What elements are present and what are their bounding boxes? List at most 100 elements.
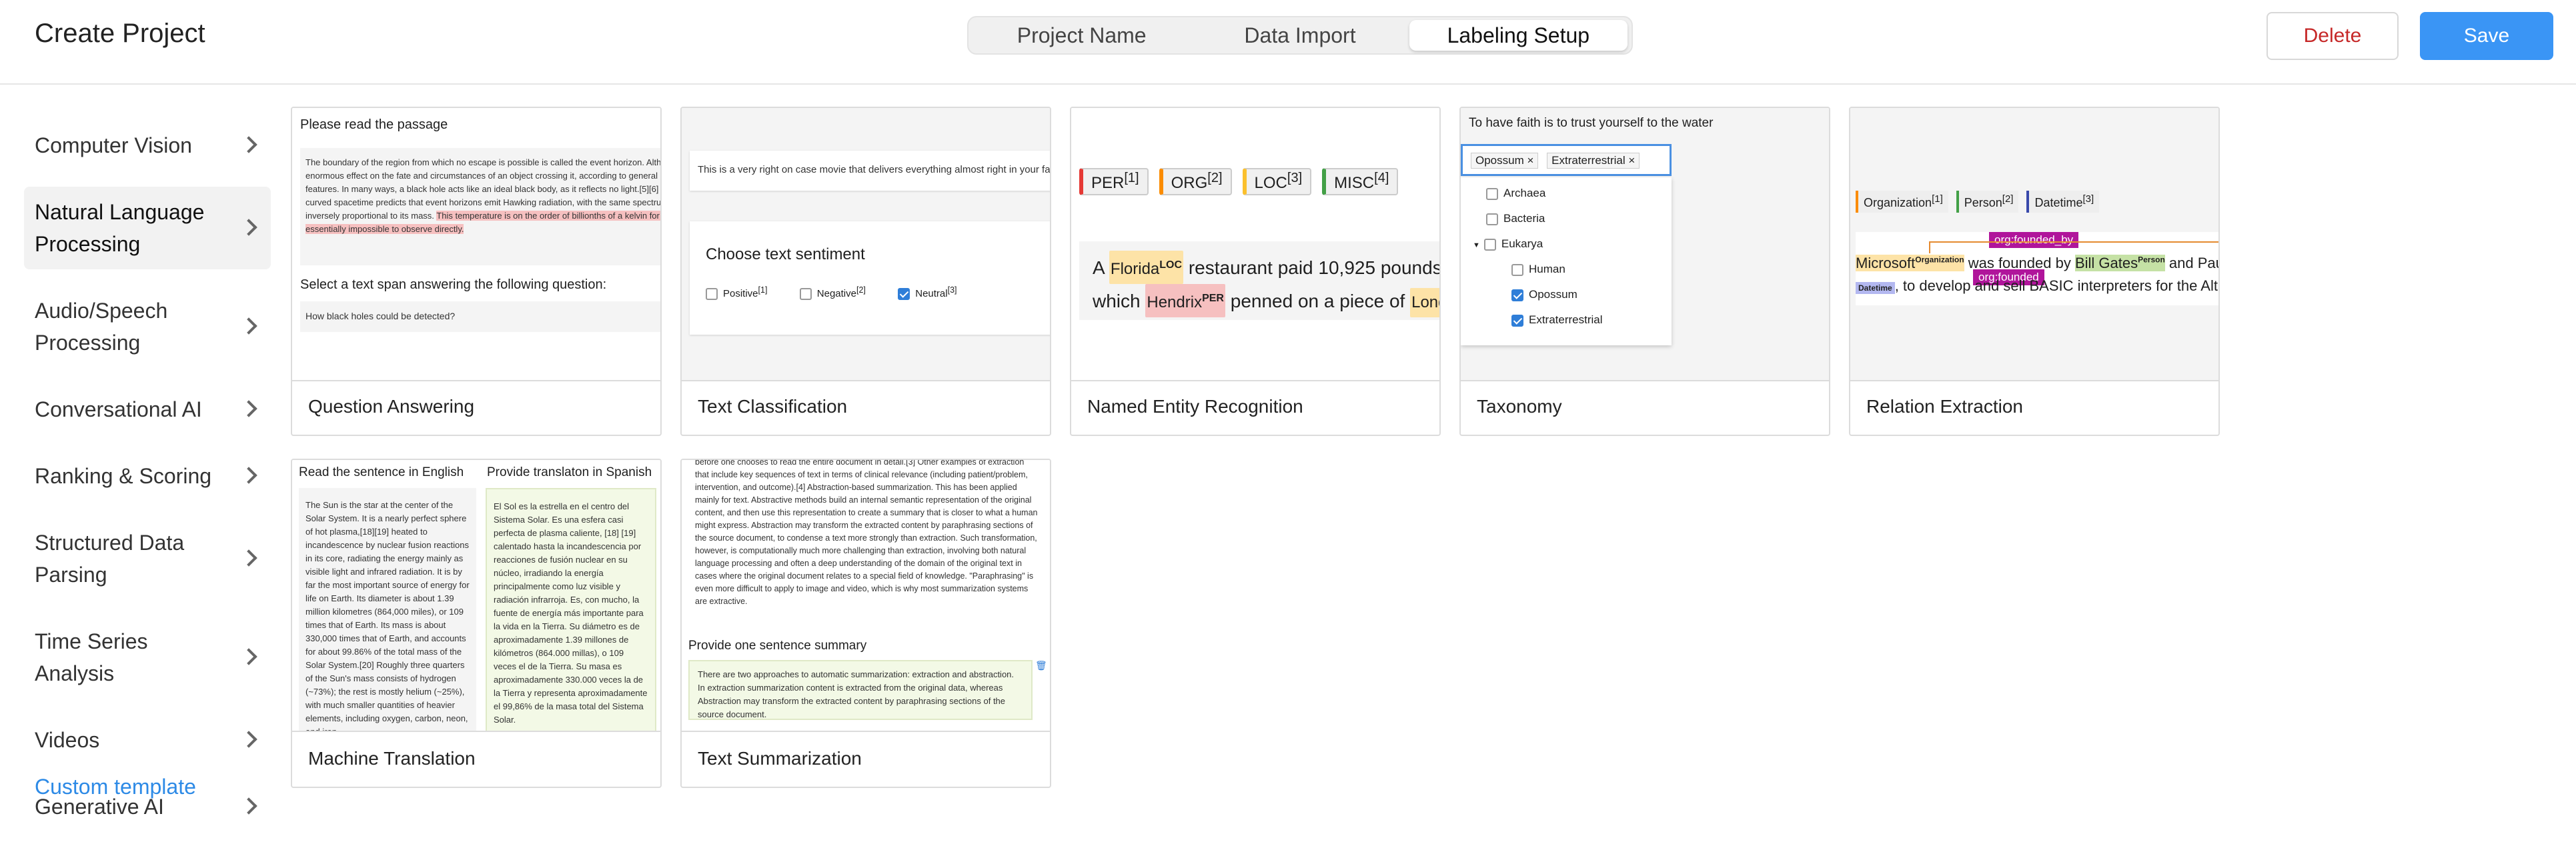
taxonomy-option[interactable]: ▼ Eukarya: [1473, 237, 1543, 251]
card-preview: This is a very right on case movie that …: [682, 108, 1050, 381]
sidebar-item-label: Structured Data Parsing: [35, 531, 185, 587]
ner-tag-misc[interactable]: MISC[4]: [1322, 168, 1399, 195]
ner-tags: PER[1] ORG[2] LOC[3] MISC[4]: [1079, 168, 1409, 195]
re-tag-person[interactable]: Person[2]: [1956, 191, 2019, 213]
card-label: Named Entity Recognition: [1087, 396, 1303, 417]
re-entity-org[interactable]: MicrosoftOrganization: [1856, 255, 1964, 271]
custom-template-link[interactable]: Custom template: [35, 775, 196, 799]
card-label: Relation Extraction: [1866, 396, 2024, 417]
tab-project-name[interactable]: Project Name: [973, 20, 1191, 51]
sidebar-item-label: Time Series Analysis: [35, 629, 148, 685]
taxonomy-dropdown: Archaea Bacteria ▼ Eukarya Human Opossum …: [1461, 177, 1672, 345]
template-card-machine-translation[interactable]: Read the sentence in English Provide tra…: [291, 459, 662, 788]
re-line-1: MicrosoftOrganization was founded by Bil…: [1856, 255, 2218, 271]
taxonomy-option[interactable]: Human: [1511, 263, 1565, 276]
sidebar-item-conversational-ai[interactable]: Conversational AI: [24, 384, 271, 435]
template-card-text-summarization[interactable]: before one chooses to read the entire do…: [680, 459, 1051, 788]
re-entity-person[interactable]: Bill GatesPerson: [2074, 255, 2165, 271]
tc-sentiment-title: Choose text sentiment: [706, 245, 865, 263]
card-label: Taxonomy: [1477, 396, 1562, 417]
card-label: Machine Translation: [308, 748, 476, 769]
chevron-right-icon: [240, 549, 257, 567]
sidebar-item-label: Videos: [35, 728, 100, 752]
caret-down-icon: ▼: [1473, 241, 1480, 249]
option-label: Neutral: [915, 288, 948, 299]
delete-button[interactable]: Delete: [2267, 12, 2399, 60]
taxonomy-option[interactable]: Bacteria: [1486, 212, 1545, 225]
sidebar-item-computer-vision[interactable]: Computer Vision: [24, 120, 271, 171]
checkbox-positive[interactable]: [706, 288, 718, 301]
tab-data-import[interactable]: Data Import: [1191, 20, 1409, 51]
card-preview: Read the sentence in English Provide tra…: [292, 460, 660, 732]
sidebar-item-label: Audio/Speech Processing: [35, 299, 168, 355]
template-card-text-classification[interactable]: This is a very right on case movie that …: [680, 107, 1051, 436]
template-card-relation-extraction[interactable]: Organization[1] Person[2] Datetime[3] org:…: [1849, 107, 2220, 436]
template-card-taxonomy[interactable]: To have faith is to trust yourself to th…: [1459, 107, 1830, 436]
mt-source-text: The Sun is the star at the center of the…: [299, 488, 476, 731]
taxonomy-option[interactable]: Extraterrestrial: [1511, 313, 1603, 327]
chevron-right-icon: [240, 136, 257, 153]
card-preview: To have faith is to trust yourself to th…: [1461, 108, 1829, 381]
chevron-right-icon: [240, 400, 257, 417]
ner-text: A FloridaLOC restaurant paid 10,925 poun…: [1079, 241, 1439, 320]
ner-tag-loc[interactable]: LOC[3]: [1242, 168, 1312, 195]
taxonomy-input[interactable]: Opossum × Extraterrestrial ×: [1461, 144, 1672, 176]
template-card-ner[interactable]: PER[1] ORG[2] LOC[3] MISC[4] A FloridaLOC r…: [1070, 107, 1441, 436]
taxonomy-option[interactable]: Opossum: [1511, 288, 1577, 301]
chevron-right-icon: [240, 648, 257, 665]
tab-labeling-setup[interactable]: Labeling Setup: [1409, 20, 1628, 51]
ner-tag-per[interactable]: PER[1]: [1079, 168, 1149, 195]
card-label: Question Answering: [308, 396, 475, 417]
checkbox-negative[interactable]: [799, 288, 812, 301]
save-button[interactable]: Save: [2420, 12, 2553, 60]
ner-entity-per[interactable]: HendrixPER: [1145, 284, 1225, 317]
card-preview: Organization[1] Person[2] Datetime[3] org:…: [1850, 108, 2218, 381]
sidebar-item-ranking-scoring[interactable]: Ranking & Scoring: [24, 451, 271, 501]
template-card-question-answering[interactable]: Please read the passage The boundary of …: [291, 107, 662, 436]
taxonomy-option[interactable]: Archaea: [1486, 187, 1545, 200]
card-label: Text Classification: [698, 396, 848, 417]
page-title: Create Project: [35, 19, 205, 48]
card-preview: before one chooses to read the entire do…: [682, 460, 1050, 732]
ts-summary-input[interactable]: There are two approaches to automatic su…: [688, 660, 1033, 720]
re-text-box: org:founded_by org:founded MicrosoftOrga…: [1856, 232, 2218, 305]
sidebar-item-time-series[interactable]: Time Series Analysis: [24, 616, 271, 699]
checkbox-neutral[interactable]: [898, 288, 910, 301]
card-preview: Please read the passage The boundary of …: [292, 108, 660, 381]
mt-target-input[interactable]: El Sol es la estrella en el centro del S…: [486, 488, 656, 731]
chevron-right-icon: [240, 219, 257, 236]
ner-entity-loc[interactable]: FloridaLOC: [1109, 251, 1184, 284]
qa-prompt: Please read the passage: [300, 117, 448, 132]
tc-sentiment-box: Choose text sentiment Positive[1] Negati…: [690, 221, 1050, 335]
ner-tag-org[interactable]: ORG[2]: [1159, 168, 1232, 195]
ts-summary-prompt: Provide one sentence summary: [688, 639, 867, 653]
trash-icon[interactable]: 🗑: [1035, 660, 1047, 671]
sidebar-item-videos[interactable]: Videos: [24, 715, 271, 765]
re-tags: Organization[1] Person[2] Datetime[3]: [1856, 191, 2100, 213]
card-label: Text Summarization: [698, 748, 862, 769]
option-label: Positive: [723, 288, 758, 299]
header: Create Project Project Name Data Import …: [0, 0, 2576, 85]
tc-options: Positive[1] Negative[2] Neutral[3]: [706, 285, 957, 301]
option-label: Negative: [816, 288, 856, 299]
sidebar-item-nlp[interactable]: Natural Language Processing: [24, 187, 271, 269]
ts-source-text: before one chooses to read the entire do…: [695, 460, 1038, 606]
sidebar-item-structured-data[interactable]: Structured Data Parsing: [24, 517, 271, 600]
mt-target-title: Provide translaton in Spanish: [487, 465, 652, 479]
sidebar-item-audio-speech[interactable]: Audio/Speech Processing: [24, 285, 271, 368]
sidebar-item-label: Ranking & Scoring: [35, 464, 212, 488]
re-line-2: Datetime, to develop and sell BASIC inte…: [1856, 277, 2218, 295]
sidebar-item-label: Computer Vision: [35, 133, 192, 157]
taxonomy-chip[interactable]: Opossum ×: [1471, 153, 1539, 169]
chevron-right-icon: [240, 731, 257, 748]
ner-entity-loc-2[interactable]: London: [1410, 288, 1439, 317]
sidebar-item-label: Conversational AI: [35, 397, 202, 421]
template-category-sidebar: Computer Vision Natural Language Process…: [24, 120, 271, 848]
qa-question: How black holes could be detected?: [300, 301, 660, 332]
taxonomy-chip[interactable]: Extraterrestrial ×: [1547, 153, 1640, 169]
taxonomy-text: To have faith is to trust yourself to th…: [1469, 116, 1714, 130]
re-tag-datetime[interactable]: Datetime[3]: [2026, 191, 2100, 213]
re-tag-organization[interactable]: Organization[1]: [1856, 191, 1948, 213]
qa-question-prompt: Select a text span answering the followi…: [300, 277, 607, 292]
re-entity-datetime[interactable]: Datetime: [1856, 282, 1895, 294]
